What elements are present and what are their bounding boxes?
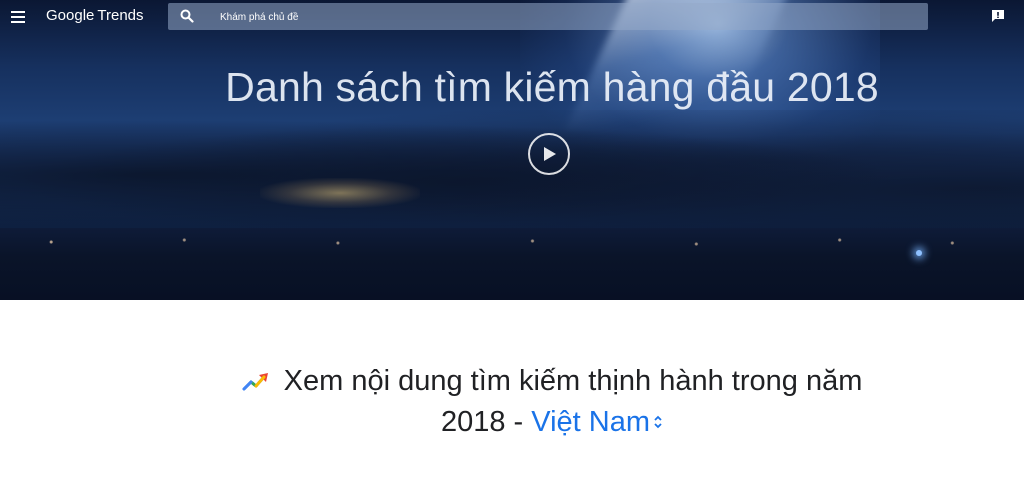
heading-text: Xem nội dung tìm kiếm thịnh hành trong n… — [283, 365, 863, 397]
search-icon[interactable] — [180, 9, 194, 23]
hero-city-lights — [0, 232, 1024, 252]
search-bar[interactable] — [168, 3, 928, 30]
hero-title: Danh sách tìm kiếm hàng đầu 2018 — [225, 64, 879, 110]
feedback-icon[interactable] — [991, 9, 1005, 23]
google-trends-logo[interactable]: Google Trends — [46, 7, 144, 24]
play-icon — [544, 147, 556, 161]
hero-clouds — [0, 110, 1024, 240]
top-bar: Google Trends — [0, 0, 1024, 34]
trending-up-icon — [242, 373, 268, 391]
section-heading: Xem nội dung tìm kiếm thịnh hành trong n… — [0, 361, 1024, 443]
hero-banner: Danh sách tìm kiếm hàng đầu 2018 — [0, 0, 1024, 300]
country-label[interactable]: Việt Nam — [531, 406, 650, 438]
country-selector[interactable]: Việt Nam — [531, 406, 663, 438]
heading-separator: - — [505, 406, 532, 438]
heading-line-2: 2018 - Việt Nam — [0, 402, 1024, 443]
search-input[interactable] — [218, 7, 912, 27]
play-video-button[interactable] — [528, 133, 570, 175]
hero-beacon — [916, 250, 922, 256]
logo-trends: Trends — [97, 7, 144, 24]
heading-line-1: Xem nội dung tìm kiếm thịnh hành trong n… — [0, 361, 1024, 402]
heading-year: 2018 — [440, 406, 506, 438]
menu-icon[interactable] — [10, 9, 26, 23]
hero-sunset-glow — [260, 178, 420, 208]
unfold-icon[interactable] — [653, 415, 663, 429]
logo-google: Google — [46, 7, 95, 24]
